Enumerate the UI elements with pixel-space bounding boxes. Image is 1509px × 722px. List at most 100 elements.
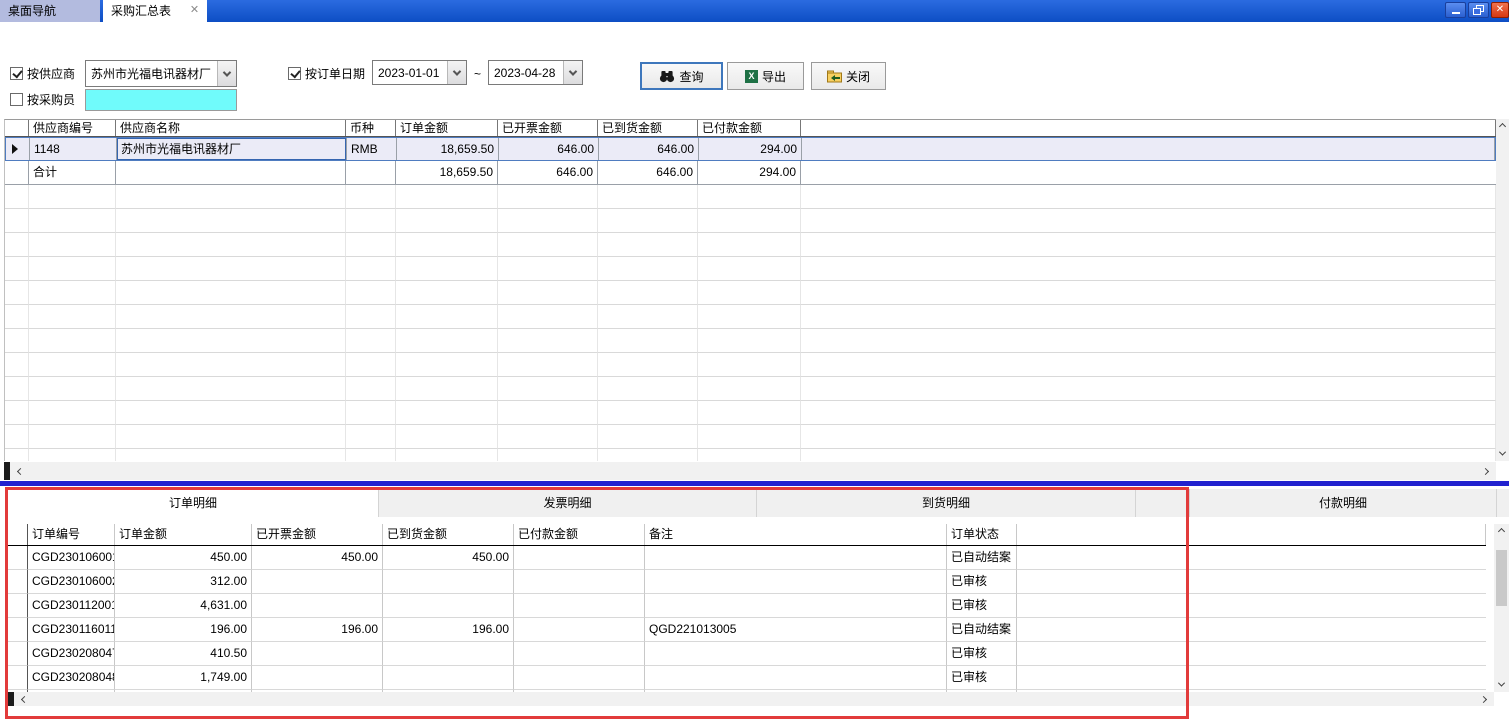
order-date-filter-checkbox[interactable]: 按订单日期 [288,65,365,82]
query-button[interactable]: 查询 [640,62,723,90]
detail-row[interactable]: CGD230112001 4,631.00 已审核 [8,594,1486,618]
minimize-button[interactable] [1445,2,1466,18]
cell-order-amount[interactable]: 410.50 [115,642,252,666]
cell-remark[interactable] [645,570,947,594]
cell-invoiced-amount[interactable]: 450.00 [252,546,383,570]
cell-remark[interactable]: QGD221013005 [645,618,947,642]
export-button[interactable]: X 导出 [727,62,804,90]
cell-currency[interactable]: RMB [347,138,397,160]
cell-order-status[interactable]: 已审核 [947,666,1017,690]
cell-order-amount[interactable]: 312.00 [115,570,252,594]
cell-order-no[interactable]: CGD230208048 [28,666,115,690]
cell-order-amount[interactable]: 450.00 [115,546,252,570]
detail-row[interactable]: CGD230106002 312.00 已审核 [8,570,1486,594]
column-header-order-amount[interactable]: 订单金额 [396,120,498,136]
cell-remark[interactable] [645,594,947,618]
cell-received-amount[interactable] [383,642,514,666]
scrollbar-grip[interactable] [4,462,10,480]
column-header-invoiced-amount[interactable]: 已开票金额 [498,120,598,136]
cell-order-no[interactable]: CGD230106001 [28,546,115,570]
cell-paid-amount[interactable]: 294.00 [699,138,802,160]
cell-received-amount[interactable] [383,594,514,618]
summary-row-selected[interactable]: 1148 苏州市光福电讯器材厂 RMB 18,659.50 646.00 646… [5,137,1496,161]
tab-payment-detail[interactable]: 付款明细 [1190,489,1497,517]
cell-invoiced-amount[interactable]: 196.00 [252,618,383,642]
cell-invoiced-amount[interactable] [252,594,383,618]
cell-paid-amount[interactable] [514,570,645,594]
cell-order-status[interactable]: 已审核 [947,594,1017,618]
date-from-dropdown-button[interactable] [447,61,466,84]
scroll-down-icon[interactable] [1498,680,1505,687]
buyer-input[interactable] [85,89,237,111]
window-tab-purchase-summary[interactable]: 采购汇总表 ✕ [103,0,207,22]
detail-row[interactable]: CGD230116011 196.00 196.00 196.00 QGD221… [8,618,1486,642]
scroll-up-icon[interactable] [1498,528,1505,535]
column-header-invoiced-amount[interactable]: 已开票金额 [252,524,383,545]
cell-paid-amount[interactable] [514,666,645,690]
cell-remark[interactable] [645,642,947,666]
restore-button[interactable] [1468,2,1489,18]
detail-row[interactable]: CGD230208048 1,749.00 已审核 [8,666,1486,690]
checkbox-unchecked-icon[interactable] [10,93,23,106]
detail-horizontal-scrollbar[interactable] [8,692,1494,706]
tab-close-icon[interactable]: ✕ [188,4,201,17]
column-header-order-no[interactable]: 订单编号 [28,524,115,545]
column-header-paid-amount[interactable]: 已付款金额 [514,524,645,545]
scroll-left-icon[interactable] [17,467,24,474]
scroll-right-icon[interactable] [1480,695,1487,702]
cell-order-status[interactable]: 已自动结案 [947,546,1017,570]
scroll-right-icon[interactable] [1482,467,1489,474]
cell-paid-amount[interactable] [514,546,645,570]
cell-order-no[interactable]: CGD230106002 [28,570,115,594]
cell-order-status[interactable]: 已审核 [947,570,1017,594]
column-header-order-status[interactable]: 订单状态 [947,524,1017,545]
checkbox-checked-icon[interactable] [288,67,301,80]
cell-received-amount[interactable] [383,666,514,690]
cell-supplier-name-focused[interactable]: 苏州市光福电讯器材厂 [117,138,347,160]
cell-received-amount[interactable] [383,570,514,594]
detail-vertical-scrollbar[interactable] [1494,524,1509,692]
summary-vertical-scrollbar[interactable] [1496,119,1509,461]
cell-order-amount[interactable]: 1,749.00 [115,666,252,690]
cell-received-amount[interactable]: 646.00 [599,138,699,160]
scrollbar-grip[interactable] [8,692,14,706]
column-header-received-amount[interactable]: 已到货金额 [383,524,514,545]
cell-paid-amount[interactable] [514,642,645,666]
cell-remark[interactable] [645,546,947,570]
cell-supplier-code[interactable]: 1148 [30,138,117,160]
date-from-combobox[interactable]: 2023-01-01 [372,60,467,85]
close-button[interactable]: 关闭 [811,62,886,90]
column-header-supplier-name[interactable]: 供应商名称 [116,120,346,136]
cell-order-amount[interactable]: 196.00 [115,618,252,642]
cell-order-no[interactable]: CGD230208047 [28,642,115,666]
column-header-order-amount[interactable]: 订单金额 [115,524,252,545]
column-header-paid-amount[interactable]: 已付款金额 [698,120,801,136]
cell-order-amount[interactable]: 18,659.50 [397,138,499,160]
detail-row[interactable]: CGD230106001 450.00 450.00 450.00 已自动结案 [8,546,1486,570]
supplier-combobox-dropdown-button[interactable] [217,61,236,86]
cell-order-status[interactable]: 已自动结案 [947,618,1017,642]
tab-order-detail[interactable]: 订单明细 [8,489,379,517]
supplier-combobox[interactable]: 苏州市光福电讯器材厂 [85,60,237,87]
date-to-dropdown-button[interactable] [563,61,582,84]
cell-order-no[interactable]: CGD230116011 [28,618,115,642]
cell-paid-amount[interactable] [514,594,645,618]
cell-invoiced-amount[interactable] [252,570,383,594]
column-header-remark[interactable]: 备注 [645,524,947,545]
cell-order-status[interactable]: 已审核 [947,642,1017,666]
cell-invoiced-amount[interactable]: 646.00 [499,138,599,160]
window-tab-desktop-nav[interactable]: 桌面导航 [0,0,100,22]
column-header-currency[interactable]: 币种 [346,120,396,136]
checkbox-checked-icon[interactable] [10,67,23,80]
cell-invoiced-amount[interactable] [252,642,383,666]
column-header-received-amount[interactable]: 已到货金额 [598,120,698,136]
date-to-combobox[interactable]: 2023-04-28 [488,60,583,85]
close-window-button[interactable]: ✕ [1491,2,1509,18]
summary-row-total[interactable]: 合计 18,659.50 646.00 646.00 294.00 [5,161,1496,185]
supplier-filter-checkbox[interactable]: 按供应商 [10,65,75,82]
cell-order-amount[interactable]: 4,631.00 [115,594,252,618]
cell-received-amount[interactable]: 196.00 [383,618,514,642]
tab-invoice-detail[interactable]: 发票明细 [379,489,757,517]
cell-invoiced-amount[interactable] [252,666,383,690]
scroll-down-icon[interactable] [1499,449,1506,456]
